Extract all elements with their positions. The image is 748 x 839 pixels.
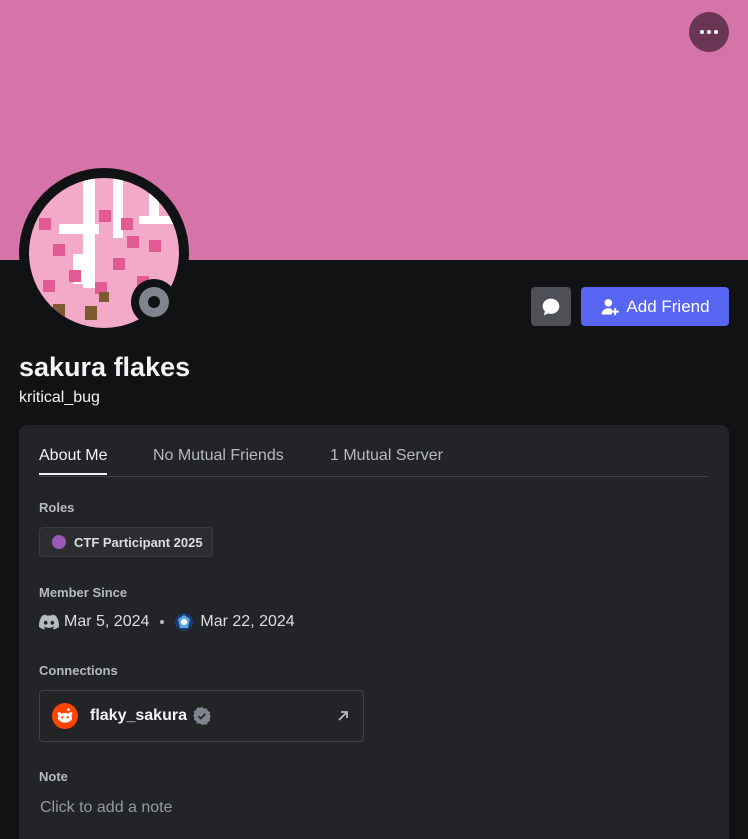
add-friend-label: Add Friend xyxy=(626,296,710,316)
verified-badge-icon xyxy=(192,707,211,725)
display-name: sakura flakes xyxy=(19,352,191,382)
reddit-icon xyxy=(52,703,78,729)
tab-mutual-friends[interactable]: No Mutual Friends xyxy=(153,447,284,465)
server-member-date: Mar 22, 2024 xyxy=(200,613,295,630)
discord-member-date: Mar 5, 2024 xyxy=(64,613,150,630)
server-icon xyxy=(175,613,194,631)
username[interactable]: kritical_bug xyxy=(19,389,100,407)
chat-bubble-icon xyxy=(542,298,560,315)
roles-title: Roles xyxy=(39,500,75,515)
add-friend-button[interactable]: Add Friend xyxy=(581,287,729,326)
member-since-title: Member Since xyxy=(39,585,128,600)
role-color-dot xyxy=(52,535,66,549)
external-link-icon[interactable] xyxy=(335,708,351,724)
more-options-button[interactable] xyxy=(689,12,729,52)
profile-details-card: About Me No Mutual Friends 1 Mutual Serv… xyxy=(19,425,729,839)
message-button[interactable] xyxy=(531,287,571,326)
discord-logo-icon xyxy=(39,614,59,630)
status-indicator xyxy=(131,279,177,325)
profile-tabs: About Me No Mutual Friends 1 Mutual Serv… xyxy=(39,425,709,477)
note-title: Note xyxy=(39,769,68,784)
member-since-row: Mar 5, 2024 Mar 22, 2024 xyxy=(39,613,295,631)
offline-status-icon xyxy=(139,287,169,317)
connections-title: Connections xyxy=(39,663,118,678)
role-pill[interactable]: CTF Participant 2025 xyxy=(39,527,213,557)
add-friend-icon xyxy=(602,298,620,315)
note-input[interactable]: Click to add a note xyxy=(40,799,173,817)
more-dots-icon xyxy=(700,30,718,34)
separator-dot xyxy=(160,620,165,624)
tab-about-me[interactable]: About Me xyxy=(39,447,108,475)
role-label: CTF Participant 2025 xyxy=(74,534,203,550)
connection-name: flaky_sakura xyxy=(90,707,187,724)
connection-reddit[interactable]: flaky_sakura xyxy=(39,690,364,742)
tab-mutual-servers[interactable]: 1 Mutual Server xyxy=(330,447,443,465)
